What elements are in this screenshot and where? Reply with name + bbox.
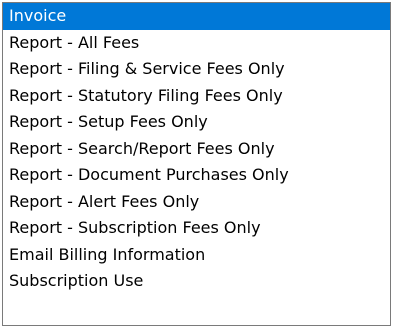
option-email-billing-information[interactable]: Email Billing Information [3,242,390,269]
option-report-setup-fees[interactable]: Report - Setup Fees Only [3,109,390,136]
option-report-search-report-fees[interactable]: Report - Search/Report Fees Only [3,136,390,163]
option-report-document-purchases[interactable]: Report - Document Purchases Only [3,162,390,189]
option-report-statutory-filing-fees[interactable]: Report - Statutory Filing Fees Only [3,83,390,110]
option-invoice[interactable]: Invoice [3,3,390,30]
report-type-dropdown-list[interactable]: Invoice Report - All Fees Report - Filin… [2,2,391,326]
option-subscription-use[interactable]: Subscription Use [3,268,390,295]
option-report-subscription-fees[interactable]: Report - Subscription Fees Only [3,215,390,242]
option-report-alert-fees[interactable]: Report - Alert Fees Only [3,189,390,216]
option-report-all-fees[interactable]: Report - All Fees [3,30,390,57]
option-report-filing-service-fees[interactable]: Report - Filing & Service Fees Only [3,56,390,83]
